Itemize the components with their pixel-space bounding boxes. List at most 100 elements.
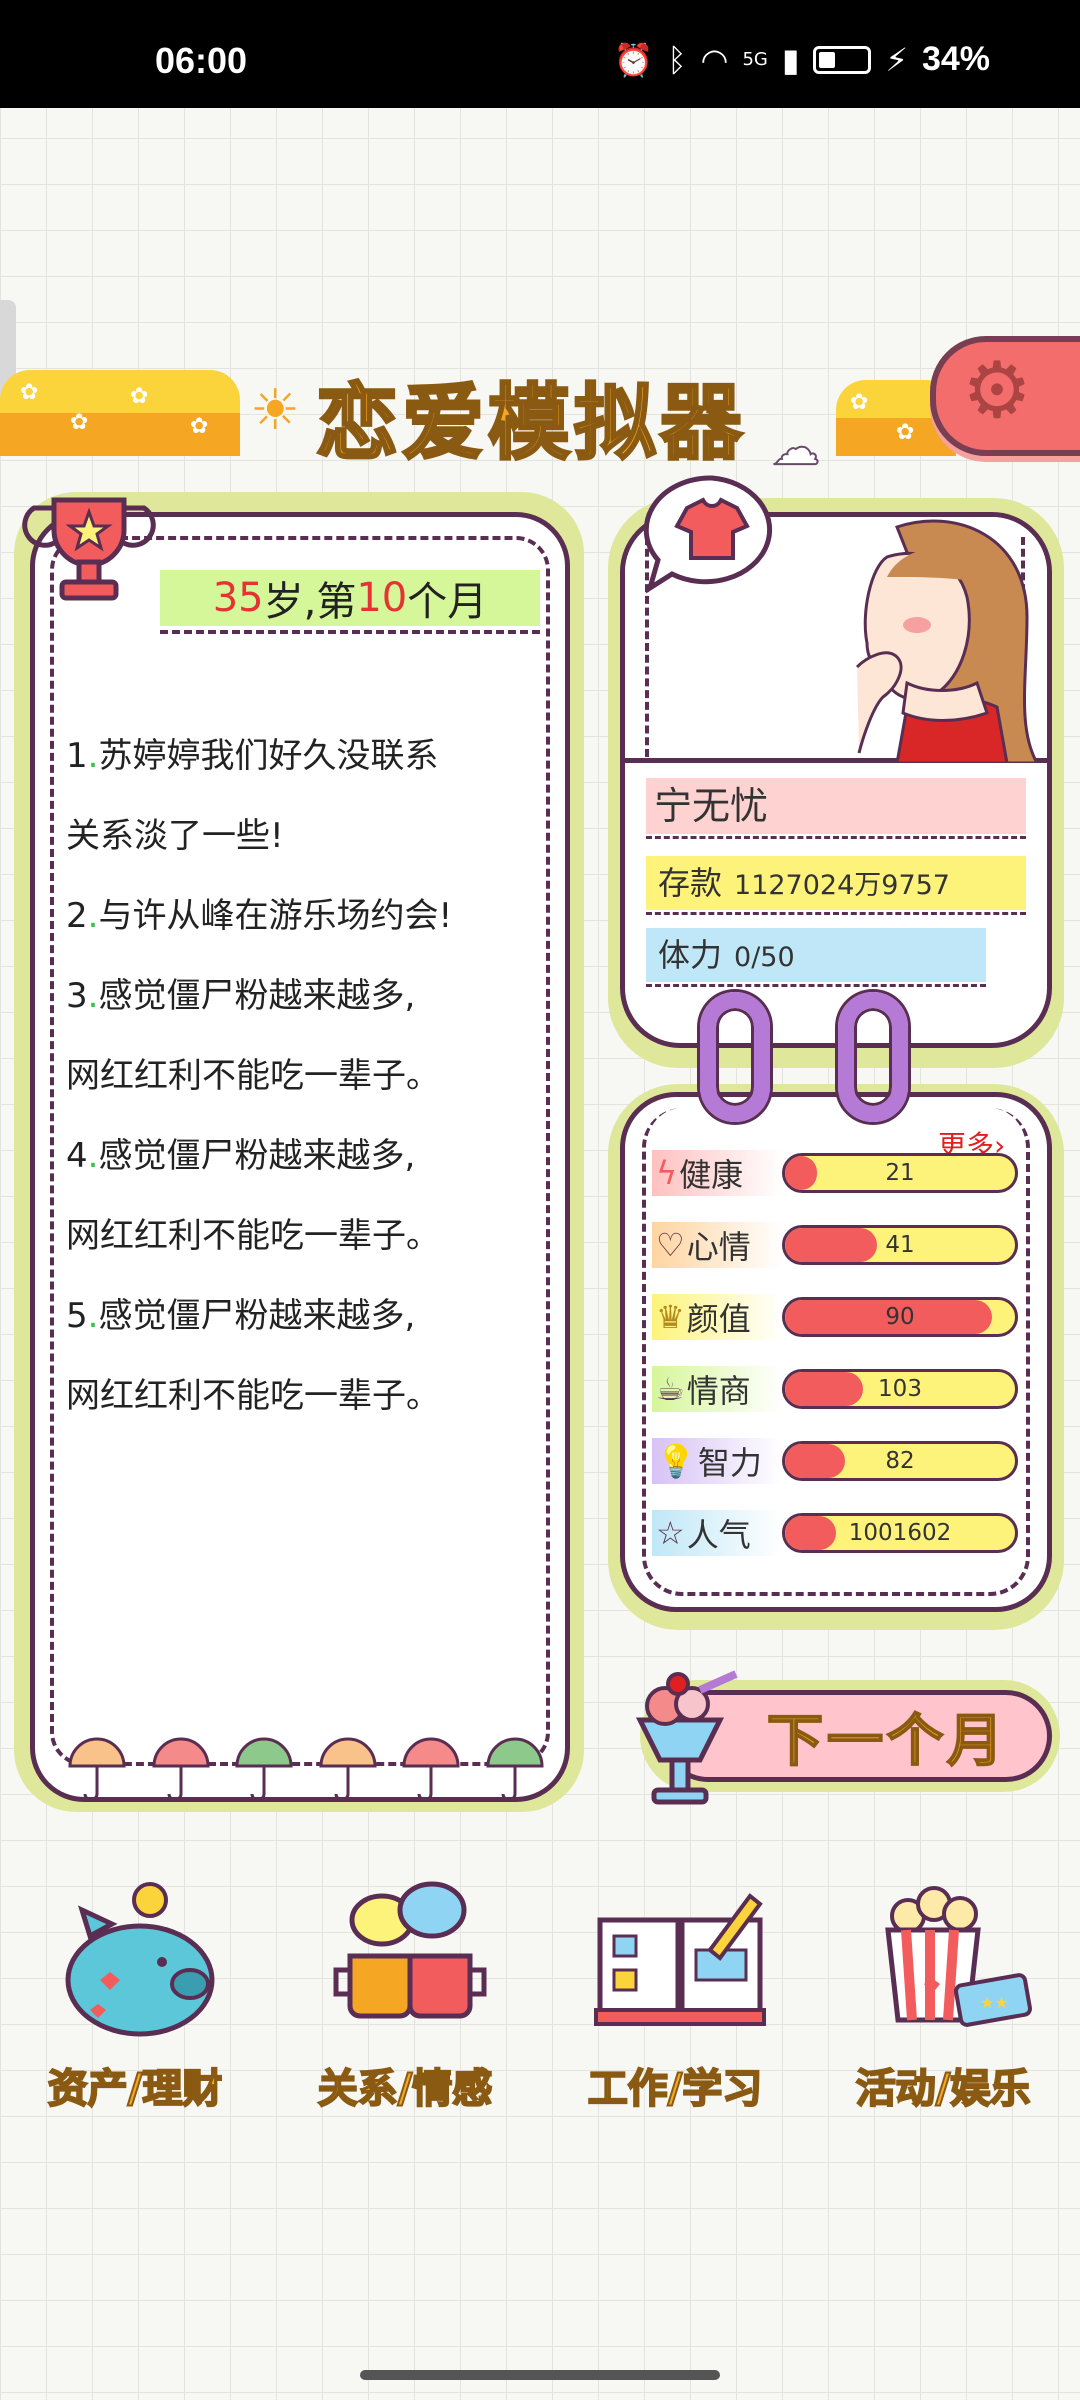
next-month-label: 下一个月 [766,1708,1007,1775]
event-line: 3.感觉僵尸粉越来越多, [66,976,416,1016]
home-indicator[interactable] [360,2370,720,2380]
svg-text:★★: ★★ [980,1993,1009,2012]
savings-field: 存款 1127024万9757 [646,856,1026,910]
gear-icon: ⚙ [962,346,1032,436]
stat-bar: 1001602 [782,1513,1018,1553]
umbrella-decoration [66,1736,546,1806]
age-number: 35 [212,575,264,621]
sun-icon: ☀ [250,378,301,443]
umbrella-icon [319,1737,377,1802]
savings-label: 存款 [658,864,723,902]
event-log: 1.苏婷婷我们好久没联系 关系淡了一些! 2.与许从峰在游乐场约会! 3.感觉僵… [66,730,546,1450]
lightning-icon: ϟ [656,1154,678,1192]
stat-label-text: 健康 [679,1156,744,1194]
stamina-value: 0/50 [734,942,795,973]
event-line: 关系淡了一些! [66,816,284,856]
nav-activities[interactable]: ★★ 活动/娱乐 [818,1880,1068,2120]
umbrella-icon [486,1737,544,1802]
status-bar: 06:00 ⏰ ᛒ ◠ 5G ▮ ⚡ 34% [0,0,1080,108]
event-line: 5.感觉僵尸粉越来越多, [66,1296,416,1336]
trophy-icon [22,497,156,601]
battery-icon [813,45,872,74]
stat-label: ♛ 颜值 [652,1294,782,1340]
network-label: 5G [742,49,768,70]
avatar [855,519,1039,763]
stat-bar: 82 [782,1441,1018,1481]
signal-icon: ▮ [781,40,800,79]
stat-bar: 41 [782,1225,1018,1265]
book-pencil-icon [594,1893,766,2026]
stat-value: 103 [878,1376,922,1402]
binder-ring-icon [838,992,908,1122]
stat-value: 41 [885,1232,915,1258]
stat-label-text: 心情 [686,1228,751,1266]
event-line: 4.感觉僵尸粉越来越多, [66,1136,416,1176]
star-icon: ☆ [656,1514,685,1552]
header-banner-left: ✿ ✿ ✿ ✿ [0,370,240,456]
stat-label: ☕ 情商 [652,1366,782,1412]
binder-ring-icon [700,992,770,1122]
savings-value: 1127024万9757 [734,870,950,901]
stat-row: ☆ 人气 1001602 [652,1510,1022,1556]
umbrella-icon [152,1737,210,1802]
stat-row: ☕ 情商 103 [652,1366,1022,1412]
heart-icon: ♡ [656,1226,685,1264]
wifi-icon: ◠ [700,40,729,79]
stat-label: ☆ 人气 [652,1510,782,1556]
umbrella-icon [235,1737,293,1802]
event-line: 2.与许从峰在游乐场约会! [66,896,453,936]
stat-row: ♡ 心情 41 [652,1222,1022,1268]
nav-work-study[interactable]: 工作/学习 [550,1880,800,2120]
settings-button[interactable]: ⚙ [930,336,1080,456]
nav-assets[interactable]: 资产/理财 [10,1880,260,2120]
popcorn-icon: ★★ [885,1886,1032,2027]
stat-label-text: 智力 [697,1444,762,1482]
nav-assets-label: 资产/理财 [47,2065,224,2113]
stat-value: 21 [885,1160,915,1186]
month-number: 10 [356,575,408,621]
stat-bar: 21 [782,1153,1018,1193]
outfit-button[interactable] [637,472,787,598]
app-title: 恋爱模拟器 [314,375,747,473]
event-line: 网红红利不能吃一辈子。 [66,1056,440,1096]
event-line: 1.苏婷婷我们好久没联系 [66,736,439,776]
event-line: 网红红利不能吃一辈子。 [66,1376,440,1416]
stat-row: ♛ 颜值 90 [652,1294,1022,1340]
stat-label: 💡 智力 [652,1438,782,1484]
stat-label-text: 人气 [686,1516,751,1554]
sundae-icon [635,1670,738,1805]
stamina-label: 体力 [658,936,723,974]
chat-cups-icon [333,1881,487,2019]
bluetooth-icon: ᛒ [667,40,687,79]
stat-row: ϟ 健康 21 [652,1150,1022,1196]
character-name: 宁无忧 [646,778,1026,834]
age-middle-text: 岁,第 [263,579,357,625]
nav-work-study-label: 工作/学习 [587,2065,764,2113]
age-month-tag: 35 岁,第 10 个月 [160,570,540,626]
umbrella-icon [68,1737,126,1802]
stat-label-text: 情商 [686,1372,751,1410]
teacup-icon: ☕ [656,1370,685,1408]
stamina-field: 体力 0/50 [646,928,986,982]
stat-value: 90 [885,1304,915,1330]
month-suffix: 个月 [407,579,488,625]
alarm-icon: ⏰ [613,40,654,79]
crown-icon: ♛ [656,1298,685,1336]
battery-percent: 34% [921,40,990,78]
stat-bar: 90 [782,1297,1018,1337]
stat-label: ♡ 心情 [652,1222,782,1268]
stat-bar: 103 [782,1369,1018,1409]
nav-activities-label: 活动/娱乐 [855,2065,1032,2113]
charging-icon: ⚡ [885,40,908,79]
nav-relationships-label: 关系/情感 [317,2065,494,2113]
nav-relationships[interactable]: 关系/情感 [280,1880,530,2120]
cloud-icon: ☁ [771,419,821,477]
umbrella-icon [402,1737,460,1802]
status-time: 06:00 [155,40,248,81]
piggy-bank-icon [65,1882,215,2037]
stat-value: 82 [885,1448,915,1474]
stat-row: 💡 智力 82 [652,1438,1022,1484]
stat-label-text: 颜值 [686,1300,751,1338]
stat-value: 1001602 [848,1520,952,1546]
event-line: 网红红利不能吃一辈子。 [66,1216,440,1256]
